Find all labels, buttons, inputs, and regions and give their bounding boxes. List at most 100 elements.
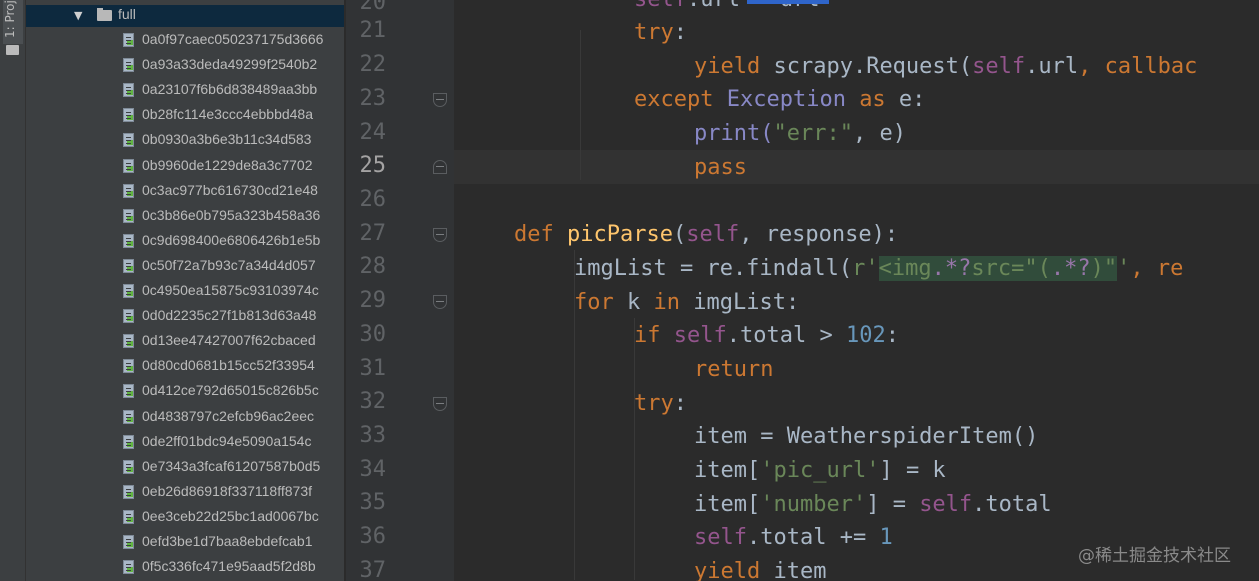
line-number: 35	[359, 490, 387, 515]
tree-file-item[interactable]: 0c3b86e0b795a323b458a36	[26, 204, 344, 228]
tree-file-item[interactable]: 0a23107f6b6d838489aa3bb	[26, 78, 344, 102]
image-file-icon	[123, 384, 134, 399]
line-number: 36	[359, 524, 387, 549]
image-file-icon	[123, 58, 134, 73]
code-line-34: item['pic_url'] = k	[694, 458, 946, 483]
tree-file-item[interactable]: 0d4838797c2efcb96ac2eec	[26, 405, 344, 429]
fold-marker-icon[interactable]	[433, 397, 447, 411]
line-number: 28	[359, 254, 387, 279]
tree-file-item[interactable]: 0b0930a3b6e3b11c34d583	[26, 128, 344, 152]
editor-gutter: 20 21 22 23 24 25 26 27 28 29 30 31 32 3…	[346, 0, 454, 581]
file-name: 0a0f97caec050237175d3666	[142, 31, 324, 47]
indent-guide	[580, 30, 581, 180]
code-line-25: pass	[694, 155, 747, 180]
file-name: 0c3b86e0b795a323b458a36	[142, 206, 321, 223]
file-name: 0d0d2235c27f1b813d63a48	[142, 307, 317, 324]
file-name: 0b28fc114e3ccc4ebbbd48a	[142, 106, 314, 123]
file-name: 0d80cd0681b15cc52f33954	[142, 357, 315, 374]
line-number: 33	[359, 423, 387, 448]
image-file-icon	[123, 434, 134, 449]
line-number: 32	[359, 389, 387, 414]
project-tool-tab-label: 1: Project	[3, 0, 17, 38]
code-line-24: print("err:", e)	[694, 121, 906, 146]
file-name: 0eb26d86918f337118ff873f	[142, 482, 312, 499]
file-name: 0c3ac977bc616730cd21e48	[142, 181, 318, 198]
tree-file-item[interactable]: 0c9d698400e6806426b1e5b	[26, 229, 344, 253]
image-file-icon	[123, 183, 134, 198]
code-line-36: self.total += 1	[694, 525, 893, 550]
code-line-23: except Exception as e:	[634, 87, 926, 112]
code-line-35: item['number'] = self.total	[694, 492, 1052, 517]
image-file-icon	[123, 359, 134, 374]
tree-file-item[interactable]: 0d0d2235c27f1b813d63a48	[26, 304, 344, 328]
line-number: 26	[359, 187, 387, 212]
folder-icon[interactable]	[6, 45, 19, 55]
project-tool-tab[interactable]: 1: Project	[3, 0, 23, 44]
image-file-icon	[123, 208, 134, 223]
tree-folder-full[interactable]: ▼ full	[26, 5, 344, 27]
image-file-icon	[123, 108, 134, 123]
image-file-icon	[123, 560, 134, 575]
image-file-icon	[123, 309, 134, 324]
fold-marker-icon[interactable]	[433, 93, 447, 107]
file-name: 0a23107f6b6d838489aa3bb	[142, 81, 318, 98]
tree-file-item[interactable]: 0b9960de1229de8a3c7702	[26, 154, 344, 178]
line-number: 21	[359, 18, 387, 43]
tree-file-item[interactable]: 0b28fc114e3ccc4ebbbd48a	[26, 103, 344, 127]
tree-file-item[interactable]: 0d13ee47427007f62cbaced	[26, 329, 344, 353]
code-line-21: try:	[634, 20, 687, 45]
line-number: 29	[359, 288, 387, 313]
tool-window-stripe: 1: Project	[0, 0, 26, 581]
tree-file-item[interactable]: 0efd3be1d7baa8ebdefcab1	[26, 530, 344, 554]
image-file-icon	[123, 233, 134, 248]
tree-file-item[interactable]: 0de2ff01bdc94e5090a154c	[26, 430, 344, 454]
code-line-22: yield scrapy.Request(self.url, callbac	[694, 54, 1198, 79]
file-name: 0f5c336fc471e95aad5f2d8b	[142, 558, 316, 575]
fold-marker-icon[interactable]	[433, 295, 447, 309]
image-file-icon	[123, 334, 134, 349]
file-name: 0e7343a3fcaf61207587b0d5	[142, 457, 321, 474]
tree-file-item[interactable]: 0d412ce792d65015c826b5c	[26, 379, 344, 403]
tree-file-item[interactable]: 0f5c336fc471e95aad5f2d8b	[26, 555, 344, 579]
file-name: 0efd3be1d7baa8ebdefcab1	[142, 533, 313, 549]
image-file-icon	[123, 33, 134, 47]
file-name: 0ee3ceb22d25bc1ad0067bc	[142, 507, 319, 524]
fold-marker-icon[interactable]	[433, 228, 447, 242]
tree-file-item[interactable]: 0a0f97caec050237175d3666	[26, 28, 344, 52]
image-file-icon	[123, 409, 134, 424]
line-number: 30	[359, 322, 387, 347]
scroll-position-marker	[747, 0, 829, 4]
image-file-icon	[123, 535, 134, 549]
tree-file-item[interactable]: 0d80cd0681b15cc52f33954	[26, 354, 344, 378]
file-name: 0de2ff01bdc94e5090a154c	[142, 432, 312, 449]
tree-file-item[interactable]: 0e7343a3fcaf61207587b0d5	[26, 455, 344, 479]
indent-guide	[634, 318, 635, 580]
line-number: 24	[359, 120, 387, 145]
line-number: 34	[359, 457, 387, 482]
line-number: 22	[359, 52, 387, 77]
tree-file-item[interactable]: 0c4950ea15875c93103974c	[26, 279, 344, 303]
tree-file-item[interactable]: 0c50f72a7b93c7a34d4d057	[26, 254, 344, 278]
file-name: 0a93a33deda49299f2540b2	[142, 56, 318, 73]
line-number: 31	[359, 356, 387, 381]
image-file-icon	[123, 459, 134, 474]
tree-file-item[interactable]: 0c3ac977bc616730cd21e48	[26, 179, 344, 203]
current-line-highlight	[454, 150, 1259, 184]
file-name: 0d412ce792d65015c826b5c	[142, 382, 319, 399]
image-file-icon	[123, 258, 134, 273]
image-file-icon	[123, 509, 134, 524]
chevron-down-icon[interactable]: ▼	[74, 9, 82, 22]
file-name: 0b0930a3b6e3b11c34d583	[142, 131, 312, 148]
file-name: 0c4950ea15875c93103974c	[142, 282, 319, 298]
fold-marker-icon[interactable]	[433, 160, 447, 174]
tree-file-item[interactable]: 0eb26d86918f337118ff873f	[26, 480, 344, 504]
code-editor[interactable]: self.url = url try: yield scrapy.Request…	[454, 0, 1259, 581]
file-name: 0b9960de1229de8a3c7702	[142, 156, 313, 173]
image-file-icon	[123, 83, 134, 98]
tree-file-item[interactable]: 0ee3ceb22d25bc1ad0067bc	[26, 505, 344, 529]
tree-file-item[interactable]: 0a93a33deda49299f2540b2	[26, 53, 344, 77]
file-name: 0c9d698400e6806426b1e5b	[142, 231, 321, 248]
line-number: 23	[359, 86, 387, 111]
image-file-icon	[123, 284, 134, 298]
file-name: 0c50f72a7b93c7a34d4d057	[142, 256, 316, 273]
